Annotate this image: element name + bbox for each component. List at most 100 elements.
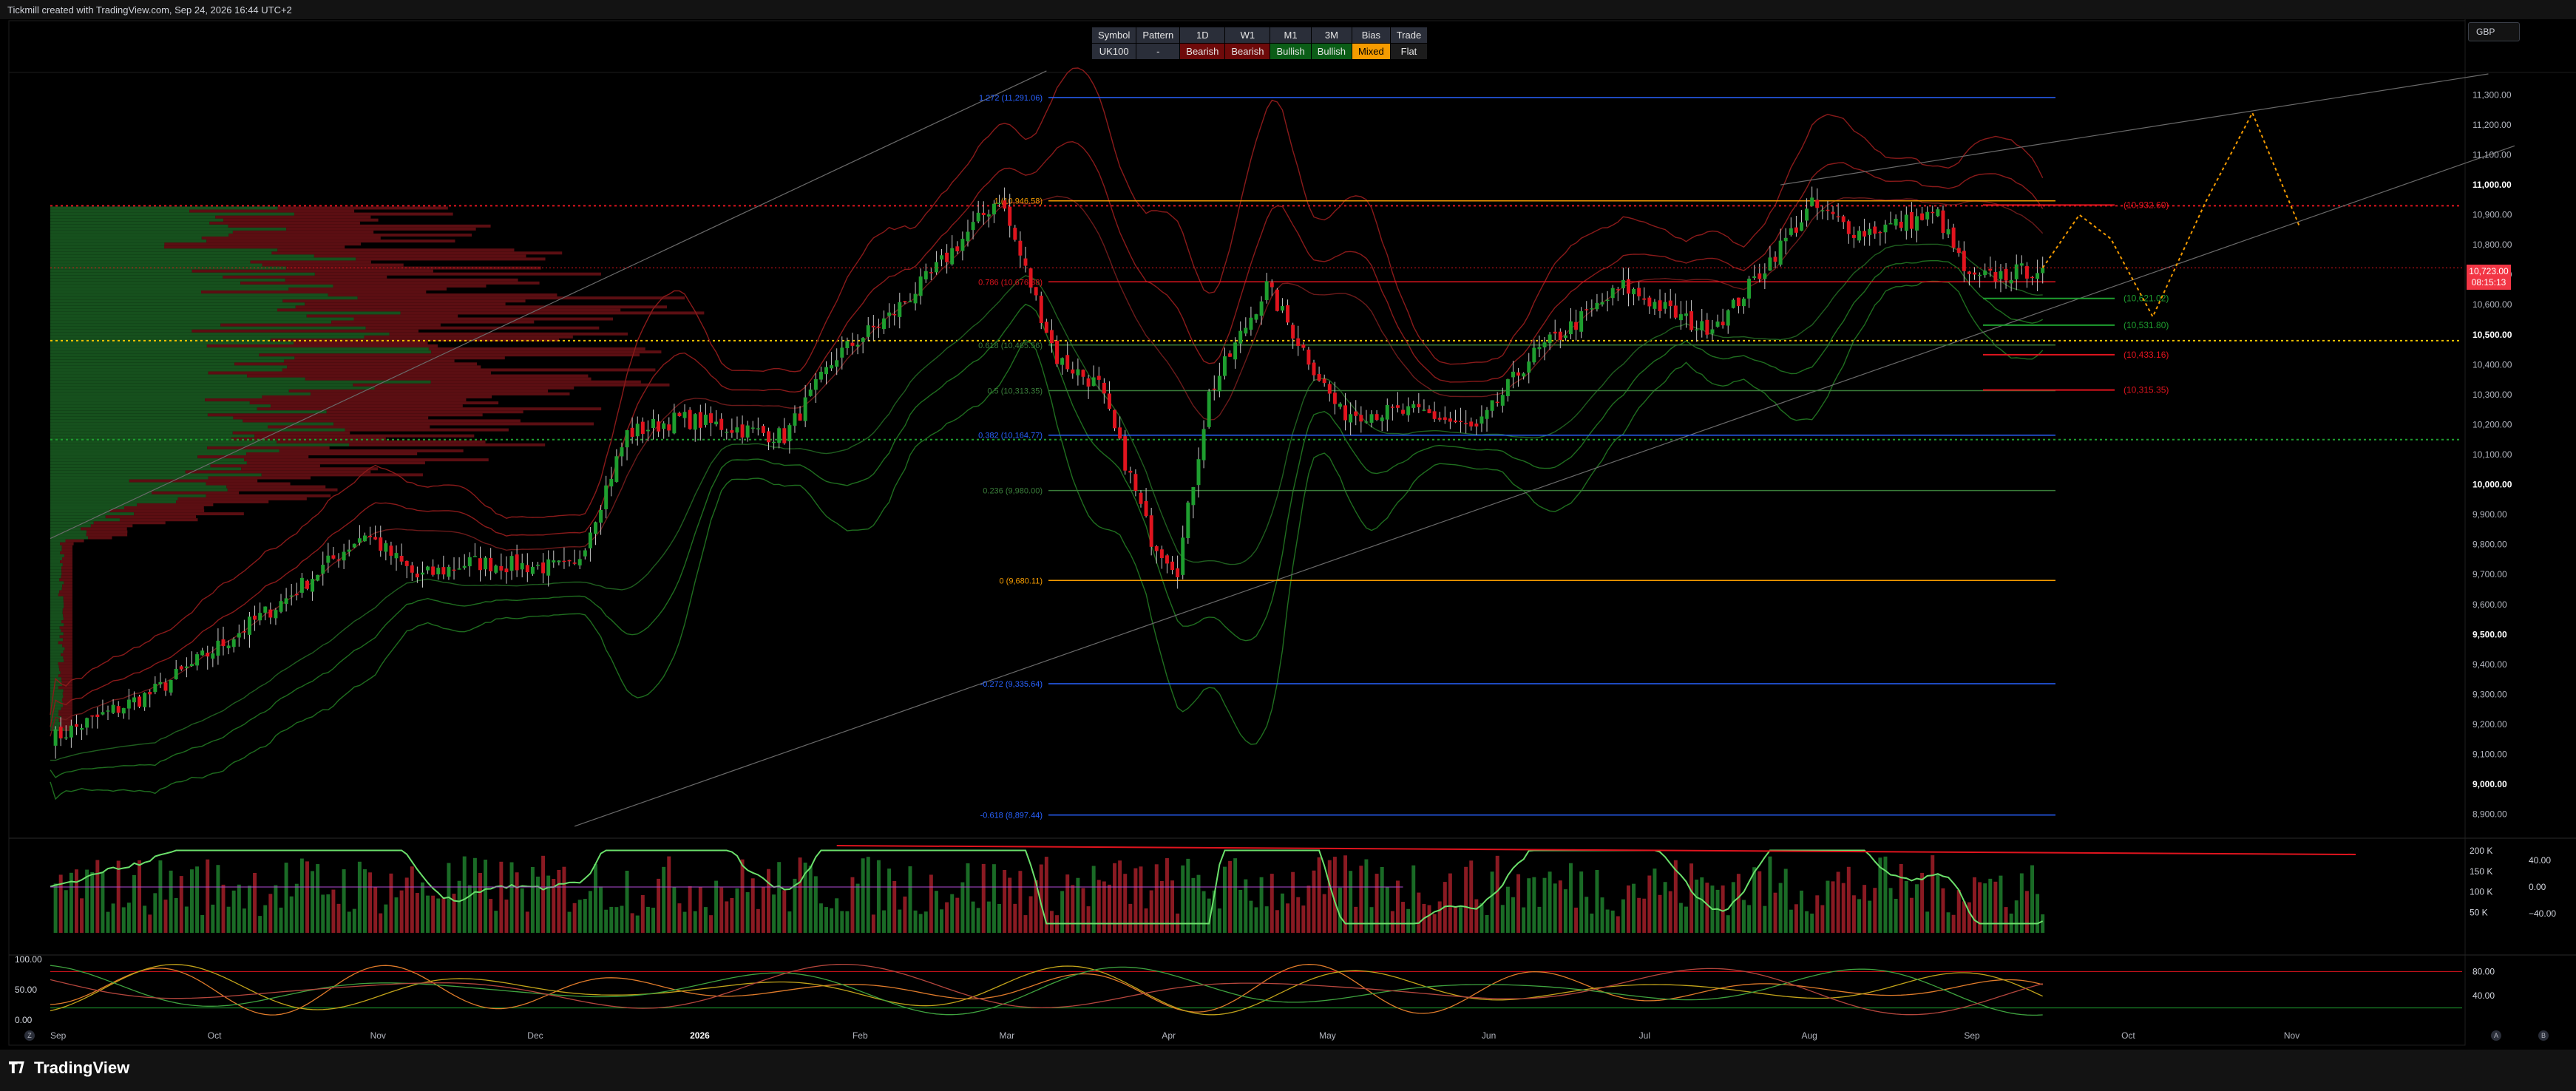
candle-body: [1401, 409, 1406, 414]
candle-body: [1259, 301, 1264, 316]
candle-body: [1700, 321, 1704, 330]
profile-sell-bar: [62, 584, 72, 588]
fib-level-label: 0.236 (9,980.00): [983, 487, 1043, 496]
profile-sell-bar: [61, 548, 72, 551]
stochastic-pane: 100.00 50.00 0.00 80.00 40.00: [15, 954, 2495, 1025]
profile-sell-bar: [288, 389, 548, 392]
profile-buy-bar: [50, 488, 228, 492]
profile-buy-bar: [50, 587, 62, 591]
candle-body: [1097, 375, 1101, 380]
profile-sell-bar: [294, 356, 505, 360]
price-axis[interactable]: 11,300.00 11,200.00 11,100.00 11,000.00 10,9…: [2472, 89, 2512, 819]
candle-body: [1931, 211, 1935, 214]
profile-sell-bar: [353, 317, 613, 321]
volume-bar: [1941, 888, 1945, 933]
profile-buy-bar: [50, 602, 64, 605]
volume-bar: [808, 866, 813, 933]
volume-bar: [2036, 894, 2040, 933]
volume-bar: [986, 901, 991, 933]
candle-body: [1742, 299, 1746, 307]
profile-sell-bar: [294, 212, 453, 216]
profile-sell-bar: [228, 233, 472, 237]
candle-body: [326, 555, 331, 563]
candle-body: [1558, 331, 1562, 340]
volume-bar: [929, 874, 933, 933]
candle-body: [1946, 229, 1950, 235]
profile-sell-bar: [257, 407, 602, 411]
time-axis[interactable]: Sep Oct Nov Dec 2026 Feb Mar Apr May Jun Jul Aug Sep…: [24, 1030, 2549, 1041]
candle-body: [106, 710, 110, 712]
profile-sell-bar: [61, 707, 72, 710]
key-levels[interactable]: (10,932.60) (10,621.02) (10,531.80) (10,433…: [1983, 200, 2169, 395]
key-level-label: (10,932.60): [2123, 200, 2169, 210]
volume-bar: [258, 916, 262, 933]
candle-body: [421, 572, 424, 575]
profile-buy-bar: [50, 284, 333, 288]
profile-buy-bar: [50, 431, 233, 435]
profile-buy-bar: [50, 524, 91, 528]
volume-bar: [504, 900, 509, 933]
profile-buy-bar: [50, 254, 314, 258]
candle-body: [735, 427, 739, 433]
volume-bar: [1789, 909, 1793, 933]
profile-sell-bar: [234, 362, 478, 366]
volume-bar: [1721, 885, 1725, 933]
volume-bar: [677, 903, 682, 933]
currency-selector[interactable]: GBP: [2468, 22, 2520, 41]
volume-bar: [1909, 897, 1914, 933]
stoch-right-tick-label: 40.00: [2472, 990, 2495, 1001]
volume-bar: [1238, 889, 1243, 933]
candle-body: [1118, 427, 1122, 439]
candle-body: [1453, 420, 1457, 423]
profile-buy-bar: [50, 584, 63, 588]
profile-buy-bar: [50, 275, 223, 279]
volume-bar: [1800, 890, 1803, 933]
candle-body: [1763, 273, 1767, 279]
candle-body: [630, 427, 634, 437]
volume-bar: [1296, 897, 1301, 933]
profile-sell-bar: [64, 602, 72, 605]
chart-area[interactable]: 1.272 (11,291.06) 1 (10,946.58) 0.786 (10,…: [0, 0, 2576, 1050]
profile-sell-bar: [228, 224, 491, 228]
channel-lower-line: [574, 145, 2515, 827]
profile-sell-bar: [58, 593, 72, 597]
candle-body: [1464, 423, 1468, 424]
volume-bar: [1600, 897, 1604, 933]
volume-bar: [1537, 906, 1542, 933]
candle-body: [1286, 305, 1290, 323]
profile-sell-bar: [208, 371, 491, 375]
volume-profile: [50, 205, 2462, 732]
candle-body: [489, 557, 493, 571]
profile-sell-bar: [244, 458, 489, 462]
profile-buy-bar: [50, 251, 272, 255]
profile-buy-bar: [50, 674, 59, 678]
volume-bar: [1820, 905, 1825, 933]
candle-body: [294, 594, 299, 596]
volume-bar: [908, 866, 912, 933]
candle-body: [1537, 347, 1542, 350]
profile-buy-bar: [50, 356, 295, 360]
candle-body: [1909, 211, 1914, 229]
profile-buy-bar: [50, 422, 334, 426]
profile-buy-bar: [50, 443, 349, 446]
profile-sell-bar: [63, 599, 72, 602]
profile-sell-bar: [328, 293, 557, 297]
volume-bar: [431, 895, 435, 933]
candle-body: [1055, 340, 1060, 364]
profile-sell-bar: [311, 392, 570, 395]
candle-body: [703, 415, 708, 425]
profile-sell-bar: [205, 398, 467, 402]
volume-bar: [1988, 878, 1993, 933]
profile-buy-bar: [50, 383, 353, 387]
profile-buy-bar: [50, 461, 247, 465]
projection-path[interactable]: [2041, 111, 2301, 319]
volume-bar: [2024, 891, 2029, 933]
volume-tick-label: 50 K: [2470, 907, 2488, 917]
profile-sell-bar: [88, 536, 112, 540]
volume-bar: [2004, 907, 2008, 933]
volume-bar: [2041, 914, 2045, 933]
volume-bar: [866, 857, 870, 933]
profile-sell-bar: [232, 230, 374, 234]
candle-body: [588, 532, 592, 548]
candle-body: [645, 429, 650, 432]
